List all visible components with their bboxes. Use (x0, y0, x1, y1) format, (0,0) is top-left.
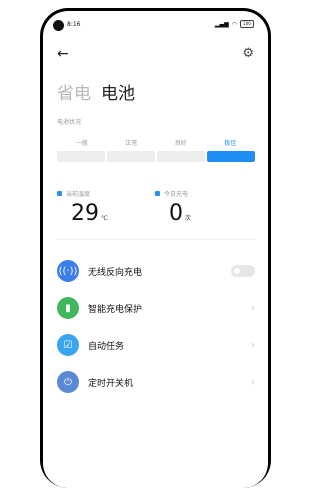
chevron-right-icon: › (251, 302, 255, 314)
battery-level-labels: 一般 正常 良好 极佳 (57, 138, 255, 147)
status-icons: ▂▄▆ ◠ 100 (215, 20, 254, 28)
level-segment (107, 151, 155, 162)
battery-icon: 100 (240, 20, 254, 28)
camera-cutout (53, 20, 64, 31)
thermometer-icon (57, 191, 62, 196)
level-label: 一般 (75, 140, 88, 147)
scheduled-power-row[interactable]: ⏻ 定时开关机 › (57, 370, 255, 394)
row-label: 自动任务 (88, 341, 125, 352)
temperature-label: 当前温度 (66, 191, 91, 198)
back-arrow-icon[interactable]: ← (57, 47, 69, 61)
level-label: 良好 (174, 140, 187, 147)
wireless-reverse-charging-row[interactable]: ((·)) 无线反向充电 (57, 259, 255, 283)
level-segment (157, 151, 205, 162)
temperature-value: 29 (71, 201, 99, 226)
row-label: 无线反向充电 (88, 267, 143, 278)
smart-charging-protection-row[interactable]: ▮ 智能充电保护 › (57, 296, 255, 320)
tab-power-saving[interactable]: 省电 (57, 79, 91, 104)
wireless-charging-icon: ((·)) (57, 260, 79, 282)
top-bar: ← ⚙ (57, 47, 254, 65)
temperature-stat: 当前温度 29 ℃ (57, 189, 108, 226)
clipboard-task-icon: ☑ (57, 334, 79, 356)
charges-today-unit: 次 (185, 215, 192, 222)
divider (57, 239, 255, 240)
chevron-right-icon: › (251, 339, 255, 351)
gear-icon[interactable]: ⚙ (242, 47, 254, 61)
status-bar: 8:16 ▂▄▆ ◠ 100 (43, 19, 268, 33)
level-label: 正常 (125, 140, 138, 147)
charges-today-stat: 今日充电 0 次 (155, 189, 191, 226)
charges-today-label: 今日充电 (164, 191, 189, 198)
row-label: 智能充电保护 (88, 304, 143, 315)
signal-icon: ▂▄▆ (214, 20, 229, 28)
status-time: 8:16 (67, 21, 81, 28)
power-icon: ⏻ (57, 371, 79, 393)
level-segment-selected (207, 151, 255, 162)
battery-level-bar (57, 151, 255, 162)
charge-icon (155, 191, 160, 196)
auto-tasks-row[interactable]: ☑ 自动任务 › (57, 333, 255, 357)
temperature-unit: ℃ (101, 215, 108, 222)
level-label-selected: 极佳 (224, 140, 237, 147)
toggle-knob (234, 268, 240, 274)
battery-protection-icon: ▮ (57, 297, 79, 319)
level-segment (57, 151, 105, 162)
wireless-charging-toggle[interactable] (231, 265, 255, 277)
screen: 8:16 ▂▄▆ ◠ 100 ← ⚙ 省电 电池 电池状况 一般 正常 良好 极… (43, 11, 268, 488)
tab-battery[interactable]: 电池 (101, 79, 135, 104)
phone-frame: 8:16 ▂▄▆ ◠ 100 ← ⚙ 省电 电池 电池状况 一般 正常 良好 极… (40, 8, 271, 488)
charges-today-value: 0 (169, 201, 183, 226)
wifi-icon: ◠ (231, 20, 237, 28)
tab-switcher: 省电 电池 (57, 79, 135, 104)
chevron-right-icon: › (251, 376, 255, 388)
row-label: 定时开关机 (88, 378, 134, 389)
battery-status-label: 电池状况 (57, 119, 82, 126)
